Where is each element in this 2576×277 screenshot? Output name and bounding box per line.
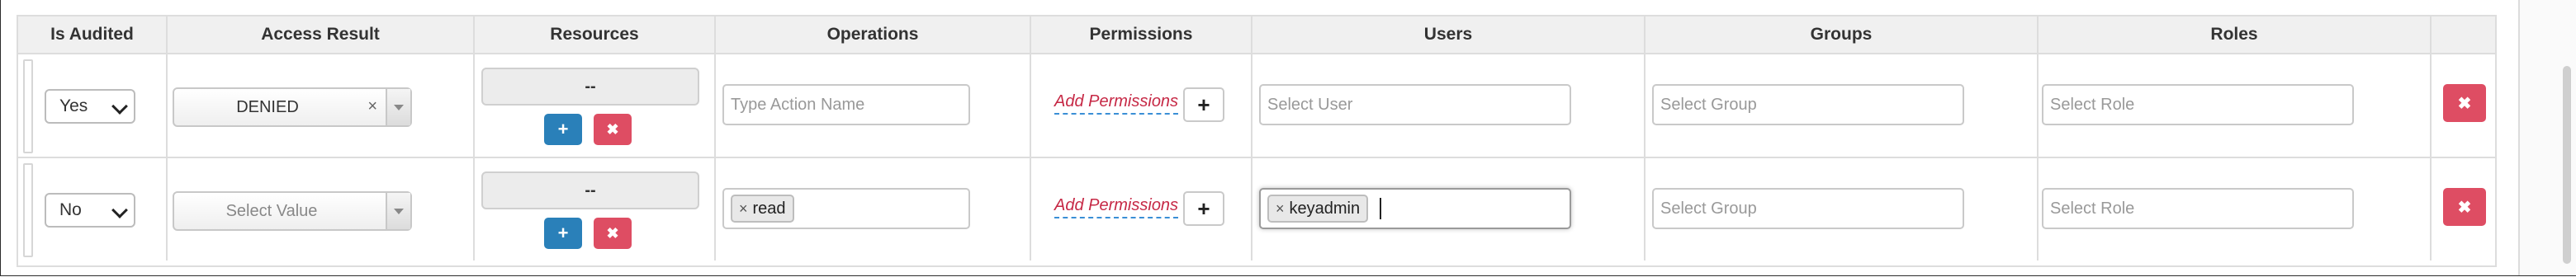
remove-tag-icon[interactable]: ×	[1276, 200, 1285, 218]
cell-resources: -- + ✖	[474, 54, 716, 158]
remove-tag-icon[interactable]: ×	[739, 200, 748, 218]
users-placeholder: Select User	[1267, 95, 1353, 114]
add-resource-button[interactable]: +	[544, 218, 582, 249]
operation-tag: × read	[731, 195, 794, 223]
header-groups: Groups	[1645, 16, 2039, 54]
resources-value: --	[585, 77, 596, 96]
plus-icon: +	[1197, 92, 1210, 117]
chevron-down-icon	[111, 98, 128, 115]
access-result-placeholder: Select Value	[225, 201, 318, 220]
is-audited-value: Yes	[59, 96, 88, 115]
close-icon: ✖	[2457, 198, 2472, 217]
table-row: Yes DENIED × -- + ✖ Type Action Name Add…	[18, 54, 2495, 158]
header-roles: Roles	[2038, 16, 2432, 54]
groups-placeholder: Select Group	[1660, 95, 1757, 114]
cell-permissions: Add Permissions +	[1030, 54, 1252, 158]
header-is-audited: Is Audited	[18, 16, 168, 54]
add-resource-button[interactable]: +	[544, 114, 582, 145]
groups-input[interactable]: Select Group	[1652, 84, 1964, 125]
header-actions	[2431, 16, 2495, 54]
table-row: No Select Value -- + ✖ × read Add Permis…	[18, 157, 2495, 261]
user-tag-label: keyadmin	[1289, 199, 1361, 218]
drag-handle-icon[interactable]	[23, 59, 33, 153]
cell-users: × keyadmin	[1252, 157, 1646, 261]
delete-row-button[interactable]: ✖	[2443, 188, 2486, 226]
resources-box[interactable]: --	[481, 68, 699, 106]
cell-access-result: DENIED ×	[167, 54, 475, 158]
dropdown-arrow-icon[interactable]	[386, 89, 410, 125]
add-permission-button[interactable]: +	[1183, 87, 1224, 122]
add-permission-button[interactable]: +	[1183, 191, 1224, 226]
close-icon: ✖	[606, 224, 619, 242]
add-permissions-link[interactable]: Add Permissions	[1054, 92, 1179, 115]
resources-value: --	[585, 181, 596, 200]
users-input[interactable]: Select User	[1259, 84, 1571, 125]
is-audited-select[interactable]: No	[45, 193, 135, 228]
cell-is-audited: No	[18, 157, 168, 261]
user-tag: × keyadmin	[1267, 195, 1369, 223]
header-access-result: Access Result	[167, 16, 475, 54]
operations-placeholder: Type Action Name	[731, 95, 865, 114]
close-icon: ✖	[2457, 94, 2472, 113]
cell-operations: Type Action Name	[715, 54, 1031, 158]
cell-is-audited: Yes	[18, 54, 168, 158]
plus-icon: +	[557, 223, 569, 243]
header-users: Users	[1252, 16, 1646, 54]
cell-roles: Select Role	[2038, 54, 2432, 158]
operation-tag-label: read	[752, 199, 786, 218]
header-permissions: Permissions	[1030, 16, 1252, 54]
cell-actions: ✖	[2431, 54, 2495, 158]
cell-resources: -- + ✖	[474, 157, 716, 261]
cell-permissions: Add Permissions +	[1030, 157, 1252, 261]
cell-operations: × read	[715, 157, 1031, 261]
plus-icon: +	[557, 119, 569, 139]
policy-conditions-table: Is Audited Access Result Resources Opera…	[17, 15, 2497, 267]
is-audited-value: No	[59, 200, 82, 219]
operations-input[interactable]: Type Action Name	[722, 84, 970, 125]
groups-placeholder: Select Group	[1660, 199, 1757, 218]
add-permissions-link[interactable]: Add Permissions	[1054, 196, 1179, 218]
drag-handle-icon[interactable]	[23, 163, 33, 257]
cell-users: Select User	[1252, 54, 1646, 158]
header-resources: Resources	[474, 16, 716, 54]
roles-placeholder: Select Role	[2050, 95, 2135, 114]
close-icon: ✖	[606, 120, 619, 138]
roles-input[interactable]: Select Role	[2042, 84, 2354, 125]
cell-actions: ✖	[2431, 157, 2495, 261]
roles-input[interactable]: Select Role	[2042, 188, 2354, 229]
cell-roles: Select Role	[2038, 157, 2432, 261]
resources-box[interactable]: --	[481, 171, 699, 209]
roles-placeholder: Select Role	[2050, 199, 2135, 218]
clear-icon[interactable]: ×	[367, 97, 377, 116]
groups-input[interactable]: Select Group	[1652, 188, 1964, 229]
text-caret	[1380, 198, 1382, 219]
header-operations: Operations	[715, 16, 1031, 54]
cell-access-result: Select Value	[167, 157, 475, 261]
remove-resource-button[interactable]: ✖	[594, 218, 632, 249]
access-result-select[interactable]: Select Value	[173, 191, 412, 231]
table-header-row: Is Audited Access Result Resources Opera…	[18, 16, 2495, 54]
chevron-down-icon	[111, 202, 128, 218]
dropdown-arrow-icon[interactable]	[386, 193, 410, 229]
scrollbar-thumb[interactable]	[2563, 66, 2571, 264]
cell-groups: Select Group	[1645, 157, 2039, 261]
operations-input[interactable]: × read	[722, 188, 970, 229]
access-result-select[interactable]: DENIED ×	[173, 87, 412, 127]
users-input[interactable]: × keyadmin	[1259, 188, 1571, 229]
is-audited-select[interactable]: Yes	[45, 89, 135, 124]
plus-icon: +	[1197, 195, 1210, 221]
cell-groups: Select Group	[1645, 54, 2039, 158]
remove-resource-button[interactable]: ✖	[594, 114, 632, 145]
delete-row-button[interactable]: ✖	[2443, 84, 2486, 122]
